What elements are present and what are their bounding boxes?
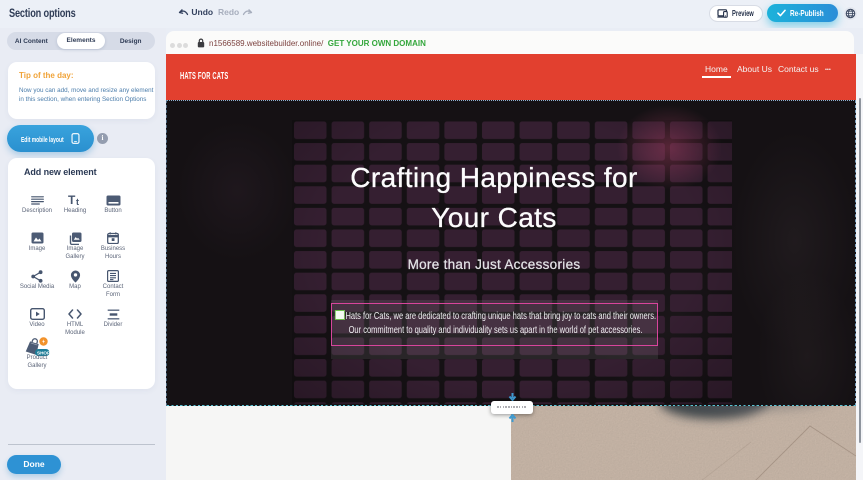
- svg-text:T: T: [68, 194, 76, 206]
- svg-text:t: t: [76, 197, 79, 206]
